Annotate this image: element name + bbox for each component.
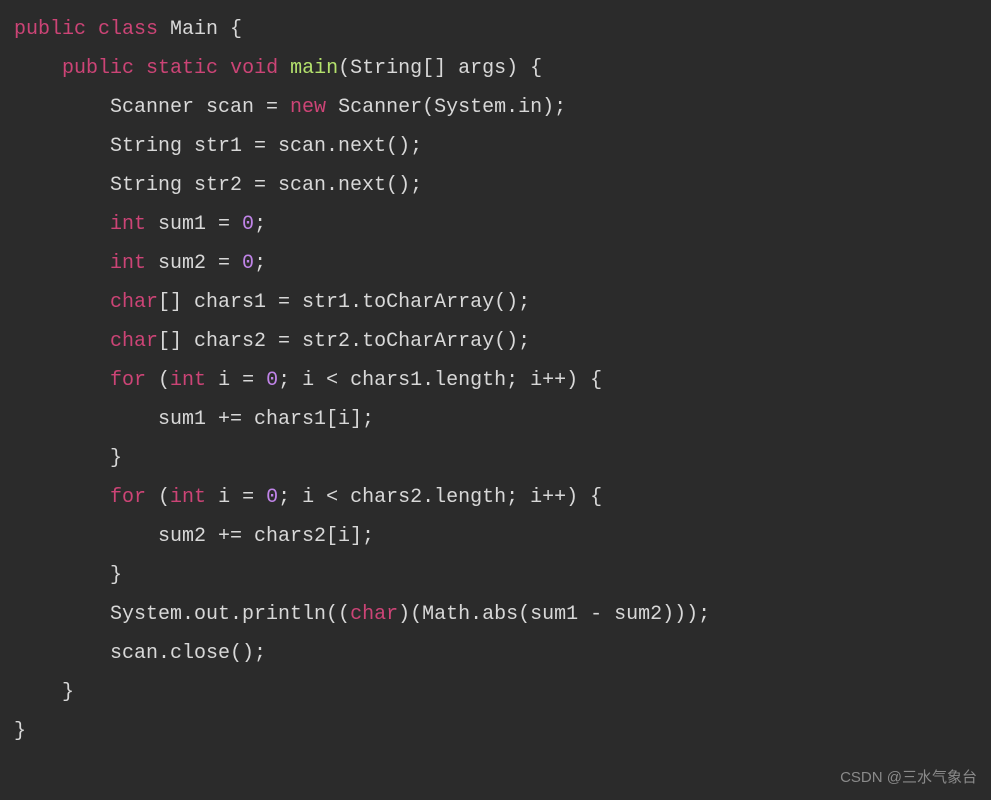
code-token (14, 486, 110, 509)
code-token: 0 (266, 369, 278, 392)
code-token: [] chars1 = str1.toCharArray(); (158, 291, 530, 314)
code-token: char (350, 603, 398, 626)
watermark-text: CSDN @三水气象台 (840, 763, 977, 792)
code-token: class (98, 18, 158, 41)
code-token: int (170, 486, 206, 509)
code-token (86, 18, 98, 41)
code-token (218, 57, 230, 80)
code-token: Scanner(System.in); (326, 96, 566, 119)
code-token: String str2 = scan.next(); (14, 174, 422, 197)
code-token (278, 57, 290, 80)
code-line: int sum2 = 0; (14, 252, 266, 275)
code-token: String str1 = scan.next(); (14, 135, 422, 158)
code-line: } (14, 681, 74, 704)
code-line: } (14, 720, 26, 743)
code-token: i = (206, 486, 266, 509)
code-token: for (110, 486, 146, 509)
code-token (14, 252, 110, 275)
code-token: int (110, 213, 146, 236)
code-token: Main { (158, 18, 242, 41)
code-token: public (14, 18, 86, 41)
code-line: sum1 += chars1[i]; (14, 408, 374, 431)
code-line: } (14, 564, 122, 587)
code-token: char (110, 330, 158, 353)
code-token: Scanner scan = (14, 96, 290, 119)
code-token: ; i < chars2.length; i++) { (278, 486, 602, 509)
code-token: public (62, 57, 134, 80)
code-token: i = (206, 369, 266, 392)
code-line: Scanner scan = new Scanner(System.in); (14, 96, 566, 119)
code-token: static (146, 57, 218, 80)
code-token (14, 369, 110, 392)
code-token: ( (146, 369, 170, 392)
code-token: 0 (266, 486, 278, 509)
code-line: for (int i = 0; i < chars2.length; i++) … (14, 486, 602, 509)
code-token: main (290, 57, 338, 80)
code-token: [] chars2 = str2.toCharArray(); (158, 330, 530, 353)
code-token: ; i < chars1.length; i++) { (278, 369, 602, 392)
code-line: String str1 = scan.next(); (14, 135, 422, 158)
code-line: } (14, 447, 122, 470)
code-token: } (14, 447, 122, 470)
code-token (14, 57, 62, 80)
code-token: sum1 += chars1[i]; (14, 408, 374, 431)
code-token: System.out.println(( (14, 603, 350, 626)
code-line: public static void main(String[] args) { (14, 57, 542, 80)
code-line: String str2 = scan.next(); (14, 174, 422, 197)
code-line: int sum1 = 0; (14, 213, 266, 236)
code-token (134, 57, 146, 80)
code-token: } (14, 720, 26, 743)
code-token: void (230, 57, 278, 80)
code-token (14, 291, 110, 314)
code-token: sum2 = (146, 252, 242, 275)
code-block: public class Main { public static void m… (14, 10, 977, 751)
code-line: sum2 += chars2[i]; (14, 525, 374, 548)
code-line: System.out.println((char)(Math.abs(sum1 … (14, 603, 710, 626)
code-token: )(Math.abs(sum1 - sum2))); (398, 603, 710, 626)
code-line: for (int i = 0; i < chars1.length; i++) … (14, 369, 602, 392)
code-line: public class Main { (14, 18, 242, 41)
code-token (14, 330, 110, 353)
code-token (14, 213, 110, 236)
code-token: sum2 += chars2[i]; (14, 525, 374, 548)
code-token: int (110, 252, 146, 275)
code-token: 0 (242, 252, 254, 275)
code-token: ; (254, 252, 266, 275)
code-line: char[] chars1 = str1.toCharArray(); (14, 291, 530, 314)
code-line: char[] chars2 = str2.toCharArray(); (14, 330, 530, 353)
code-token: char (110, 291, 158, 314)
code-token: ( (146, 486, 170, 509)
code-token: 0 (242, 213, 254, 236)
code-token: sum1 = (146, 213, 242, 236)
code-token: int (170, 369, 206, 392)
code-token: ; (254, 213, 266, 236)
code-token: (String[] args) { (338, 57, 542, 80)
code-token: scan.close(); (14, 642, 266, 665)
code-token: } (14, 681, 74, 704)
code-token: for (110, 369, 146, 392)
code-token: } (14, 564, 122, 587)
code-token: new (290, 96, 326, 119)
code-line: scan.close(); (14, 642, 266, 665)
